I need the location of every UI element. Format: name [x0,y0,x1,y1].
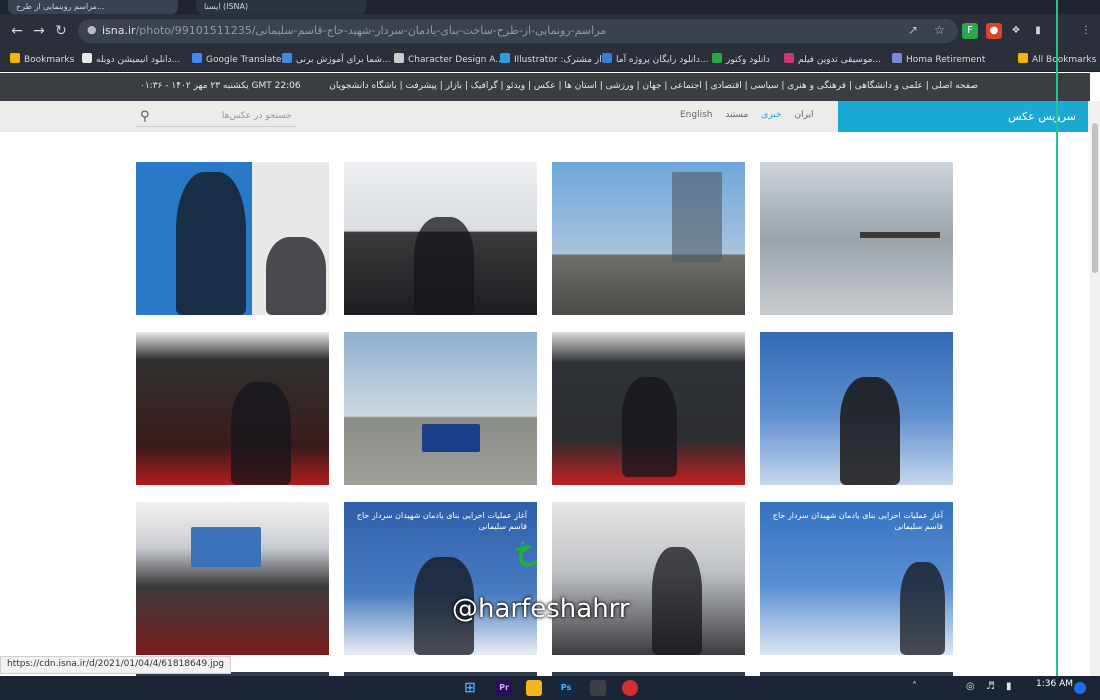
photo-screen [191,527,261,567]
bookmark-item[interactable]: شما برای آموزش برنی... [282,53,390,67]
link-news[interactable]: خبری [761,110,781,120]
site-subheader: ⚲ جستجو در عکس‌ها English ایران خبری مست… [0,101,1090,132]
search-placeholder: جستجو در عکس‌ها [221,111,292,121]
premiere-icon[interactable]: Pr [496,680,512,696]
taskbar-clock[interactable]: 1:36 AM [1036,679,1073,689]
photo-banner [422,424,480,452]
photoshop-icon[interactable]: Ps [558,680,574,696]
lock-icon: ● [87,23,97,36]
share-icon[interactable]: ↗ [908,23,918,37]
os-taskbar: ⊞ Pr Ps ˄ ◎ ♬ ▮ 1:36 AM [0,676,1100,700]
gallery-photo[interactable] [136,162,329,315]
photo-figure [622,377,677,477]
photo-figure [652,547,702,655]
watermark-text: @harfeshahrr [452,594,630,624]
search-icon[interactable]: ⚲ [140,109,150,124]
photo-figure [414,217,474,315]
gallery-photo[interactable] [344,332,537,485]
status-url: https://cdn.isna.ir/d/2021/01/04/4/61818… [0,656,231,674]
photo-building [672,172,722,262]
gallery-photo[interactable] [136,332,329,485]
photo-figure [840,377,900,485]
bookmark-item[interactable]: Google Translate [192,53,281,67]
section-links: English ایران خبری مستند [680,110,824,120]
battery-icon[interactable]: ▮ [1006,681,1012,692]
photo-crane [860,232,940,238]
site-header: یکشنبه ۲۳ مهر ۱۴۰۲ - ۰۱:۳۶ GMT 22:06 صفح… [0,73,1090,101]
windows-start-icon[interactable]: ⊞ [462,680,478,696]
gallery-photo[interactable]: آغاز عملیات اجرایی بنای یادمان شهیدان سر… [344,502,537,655]
gallery-photo[interactable]: آغاز عملیات اجرایی بنای یادمان شهیدان سر… [760,502,953,655]
photo-search[interactable]: ⚲ جستجو در عکس‌ها [136,107,296,127]
gallery-photo[interactable] [344,162,537,315]
bookmark-item[interactable]: Homa Retirement [892,53,985,67]
bookmark-icon [282,53,292,63]
gallery-photo[interactable] [760,162,953,315]
address-bar-row: ← → ↻ ● isna.ir/photo/99101511235/مراسم-… [0,14,1100,48]
puzzle-icon[interactable]: ❖ [1008,23,1024,39]
header-date: یکشنبه ۲۳ مهر ۱۴۰۲ - ۰۱:۳۶ GMT 22:06 [140,81,301,91]
link-iran[interactable]: ایران [794,110,813,120]
bookmark-item[interactable]: Bookmarks [10,53,74,67]
extension-icon[interactable]: F [962,23,978,39]
gallery-photo[interactable] [136,502,329,655]
bookmark-item[interactable]: دانلود انیمیشن دوبله... [82,53,180,67]
page-scrollbar[interactable] [1090,101,1100,676]
chevron-up-icon[interactable]: ˄ [912,681,917,692]
gallery-photo[interactable] [552,162,745,315]
bookmark-item[interactable]: Illustrator :از مشترک [500,53,602,67]
gallery-photo[interactable] [760,332,953,485]
bookmark-icon [82,53,92,63]
volume-icon[interactable]: ♬ [986,681,995,692]
photo-figure [266,237,326,315]
photo-figure [176,172,246,315]
bookmark-item[interactable]: موسیقی تدوین فیلم... [784,53,881,67]
photo-caption: آغاز عملیات اجرایی بنای یادمان شهیدان سر… [772,511,943,531]
bookmark-icon [394,53,404,63]
reload-icon[interactable]: ↻ [52,22,70,40]
bookmark-icon [784,53,794,63]
folder-icon[interactable] [526,680,542,696]
url-path: /photo/99101511235/مراسم-رونمایی-از-طرح-… [135,24,607,37]
main-nav[interactable]: صفحه اصلی | علمی و دانشگاهی | فرهنگی و ه… [329,81,978,91]
bookmark-icon [712,53,722,63]
bookmark-icon [602,53,612,63]
star-icon[interactable]: ☆ [934,23,945,37]
browser-tab-strip: مراسم روبنمایی از طرح... ایسنا (ISNA) [0,0,1100,14]
url-text: isna.ir/photo/99101511235/مراسم-رونمایی-… [102,24,606,37]
folder-icon [1018,53,1028,63]
bookmark-icon [500,53,510,63]
bookmark-item[interactable]: دانلود رایگان پروژه آما... [602,53,708,67]
translate-icon [192,53,202,63]
wifi-icon[interactable]: ◎ [966,681,975,692]
star-icon [10,53,20,63]
photo-service-tab[interactable]: سرویس عکس [838,101,1088,132]
overlay-line [1056,0,1058,676]
extension-icon[interactable]: ● [986,23,1002,39]
forward-icon[interactable]: → [30,22,48,40]
link-documentary[interactable]: مستند [725,110,748,120]
gallery-photo[interactable] [552,332,745,485]
browser-tab[interactable]: ایسنا (ISNA) [196,0,366,14]
back-icon[interactable]: ← [8,22,26,40]
browser-tab[interactable]: مراسم روبنمایی از طرح... [8,0,178,14]
lang-english[interactable]: English [680,110,713,120]
scrollbar-thumb[interactable] [1092,123,1098,273]
url-field[interactable]: ● isna.ir/photo/99101511235/مراسم-رونمای… [78,19,958,43]
sidepanel-icon[interactable]: ▮ [1030,23,1046,39]
bookmark-item[interactable]: دانلود وکتور [712,53,770,67]
menu-icon[interactable]: ⋮ [1078,23,1094,39]
bookmark-icon [892,53,902,63]
bookmark-item[interactable]: Character Design A... [394,53,504,67]
notification-icon[interactable] [1074,682,1086,694]
gallery-photo[interactable] [552,502,745,655]
photo-figure [231,382,291,485]
app-icon[interactable] [590,680,606,696]
bookmarks-bar: Bookmarks دانلود انیمیشن دوبله... Google… [0,48,1100,72]
photo-caption: آغاز عملیات اجرایی بنای یادمان شهیدان سر… [356,511,527,531]
photo-figure [900,562,945,655]
url-domain: isna.ir [102,24,136,37]
record-icon[interactable] [622,680,638,696]
